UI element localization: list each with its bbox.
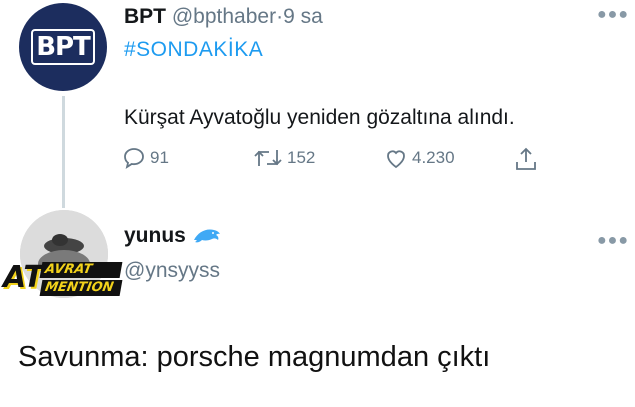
author-name[interactable]: BPT bbox=[124, 5, 166, 28]
author-handle[interactable]: @bpthaber bbox=[172, 5, 276, 28]
reply-text: Savunma: porsche magnumdan çıktı bbox=[18, 341, 491, 373]
share-action[interactable] bbox=[514, 146, 538, 172]
reply-icon bbox=[124, 148, 144, 169]
reply-action[interactable]: 91 bbox=[122, 146, 169, 170]
avrat-mention-sticker: AT AVRAT MENTION bbox=[1, 258, 123, 302]
reply-count: 91 bbox=[150, 148, 169, 167]
heart-icon bbox=[387, 150, 405, 169]
tweet-time[interactable]: 9 sa bbox=[283, 5, 323, 28]
sticker-line1: AVRAT bbox=[39, 262, 123, 278]
more-icon-reply[interactable]: ●●● bbox=[597, 232, 629, 250]
retweet-icon bbox=[254, 150, 282, 166]
dolphin-icon bbox=[193, 229, 220, 243]
thread-line bbox=[62, 96, 65, 208]
retweet-count: 152 bbox=[287, 148, 316, 167]
tweet-header: BPT @bpthaber·9 sa bbox=[124, 5, 323, 29]
reply-user-handle[interactable]: @ynsyyss bbox=[124, 259, 220, 283]
sticker-line2: MENTION bbox=[39, 280, 123, 296]
hashtag-link[interactable]: #SONDAKİKA bbox=[124, 38, 263, 62]
reply-user-name-row: yunus bbox=[124, 224, 222, 248]
like-action[interactable]: 4.230 bbox=[384, 146, 455, 170]
tweet-text: Kürşat Ayvatoğlu yeniden gözaltına alınd… bbox=[124, 106, 515, 129]
reply-user-name[interactable]: yunus bbox=[124, 224, 186, 248]
more-icon[interactable]: ●●● bbox=[597, 6, 629, 24]
like-count: 4.230 bbox=[412, 148, 455, 167]
sticker-big-text: AT bbox=[3, 260, 44, 295]
tweet-actions: 91 152 4.230 bbox=[122, 146, 542, 174]
bpt-logo: BPT bbox=[31, 29, 95, 65]
share-icon bbox=[516, 147, 536, 170]
bpt-avatar[interactable]: BPT bbox=[19, 3, 107, 91]
retweet-action[interactable]: 152 bbox=[253, 146, 315, 170]
